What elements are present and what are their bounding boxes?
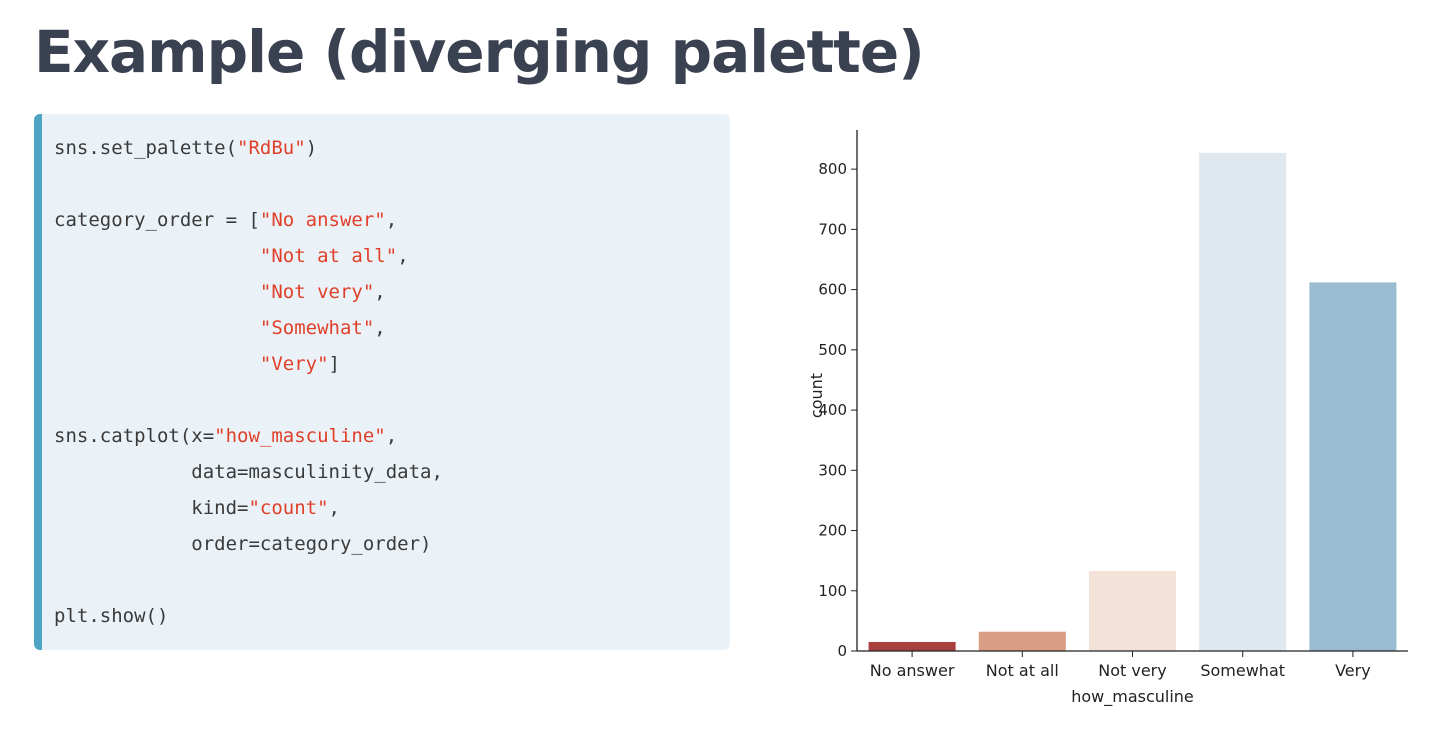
code-token: ] — [328, 353, 340, 375]
bar-not-at-all — [978, 631, 1066, 651]
code-token: plt.show() — [54, 605, 169, 627]
y-tick-label: 0 — [837, 642, 847, 660]
code-line: order=category_order) — [54, 526, 730, 562]
x-tick-label: No answer — [870, 661, 955, 680]
code-token: , — [328, 497, 340, 519]
code-line: category_order = ["No answer", — [54, 202, 730, 238]
code-token: , — [385, 209, 398, 231]
code-token: , — [397, 245, 409, 267]
code-token: sns.catplot(x= — [54, 425, 215, 447]
code-string-token: "Somewhat" — [259, 317, 375, 339]
code-token: kind= — [54, 497, 249, 519]
code-line: plt.show() — [54, 598, 730, 634]
code-line: sns.catplot(x="how_masculine", — [54, 418, 730, 454]
code-line: data=masculinity_data, — [54, 454, 730, 490]
code-token: , — [374, 317, 386, 339]
code-string-token: "Not at all" — [259, 245, 398, 267]
bar-no-answer — [868, 641, 956, 651]
y-axis-label: count — [807, 373, 826, 418]
chart-svg: 0100200300400500600700800No answer Not at… — [807, 130, 1408, 707]
x-axis-label: how_masculine — [1071, 687, 1194, 707]
count-bar-chart: 0 100 200 300 400 500 600 700 800 No answer Not at… — [760, 110, 1430, 720]
y-tick-label: 600 — [818, 281, 847, 299]
code-token: , — [385, 425, 398, 447]
code-string-token: "count" — [248, 497, 329, 519]
y-tick-label: 500 — [818, 341, 847, 359]
code-block: sns.set_palette("RdBu") category_order = … — [34, 114, 730, 650]
code-string-token: "RdBu" — [237, 137, 306, 159]
bar-very — [1309, 282, 1397, 651]
code-string-token: "No answer" — [259, 209, 386, 231]
code-token: order=category_order) — [54, 533, 432, 555]
code-line: kind="count", — [54, 490, 730, 526]
code-line: "Not very", — [54, 274, 730, 310]
code-line: sns.set_palette("RdBu") — [54, 130, 730, 166]
bar-not-very — [1088, 570, 1177, 651]
code-token: category_order = [ — [54, 209, 260, 231]
code-line: "Not at all", — [54, 238, 730, 274]
code-token: , — [374, 281, 386, 303]
y-tick-label: 300 — [818, 461, 847, 479]
x-tick-label: Somewhat — [1200, 661, 1285, 680]
code-string-token: "Very" — [259, 353, 329, 375]
y-tick-label: 200 — [818, 522, 847, 540]
code-token: data=masculinity_data, — [54, 461, 443, 483]
x-tick-label: Not very — [1098, 661, 1166, 680]
bar-somewhat — [1199, 152, 1287, 651]
page-title: Example (diverging palette) — [34, 18, 925, 86]
y-tick-label: 100 — [818, 582, 847, 600]
y-tick-label: 700 — [818, 220, 847, 238]
x-tick-label: Not at all — [986, 661, 1059, 680]
code-string-token: "how_masculine" — [214, 425, 386, 447]
code-line: "Very"] — [54, 346, 730, 382]
code-line: "Somewhat", — [54, 310, 730, 346]
code-token: ) — [305, 137, 318, 159]
x-tick-label: Very — [1335, 661, 1371, 680]
code-string-token: "Not very" — [259, 281, 375, 303]
y-tick-label: 800 — [818, 160, 847, 178]
code-token: sns.set_palette( — [54, 137, 238, 159]
